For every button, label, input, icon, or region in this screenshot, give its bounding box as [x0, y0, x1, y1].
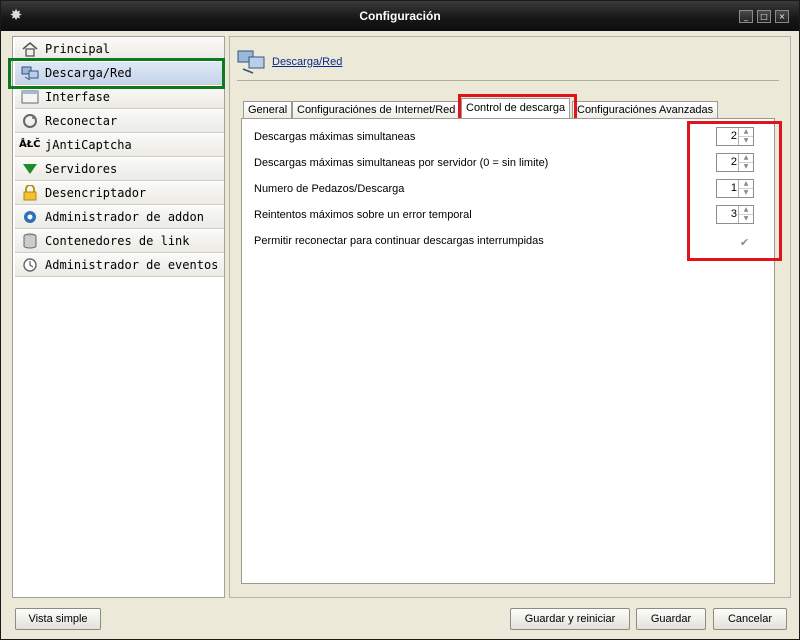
sidebar-item-servidores[interactable]: Servidores: [15, 158, 224, 181]
tab-avanzadas[interactable]: Configuraciónes Avanzadas: [572, 101, 719, 119]
setting-label: Descargas máximas simultaneas: [254, 131, 416, 143]
sidebar-item-janticaptcha[interactable]: ÅŁČ jAntiCaptcha: [15, 134, 224, 157]
sidebar-item-reconectar[interactable]: Reconectar: [15, 110, 224, 133]
triangle-down-icon: [23, 164, 37, 174]
simple-view-button[interactable]: Vista simple: [15, 608, 101, 630]
sidebar-item-label: Administrador de eventos: [45, 258, 219, 272]
sidebar-item-label: Interfase: [45, 90, 111, 104]
title-bar: ✸ Configuración _ □ ×: [1, 1, 799, 31]
lock-icon: [23, 185, 37, 201]
setting-label: Numero de Pedazos/Descarga: [254, 183, 405, 195]
values-highlight: [687, 121, 782, 261]
clock-icon: [23, 258, 37, 272]
sidebar-item-label: Servidores: [45, 162, 118, 176]
sidebar-item-label: Administrador de addon: [45, 210, 204, 224]
close-button[interactable]: ×: [775, 10, 789, 23]
window-icon: [21, 90, 39, 104]
minimize-button[interactable]: _: [739, 10, 753, 23]
panel-title[interactable]: Descarga/Red: [272, 56, 342, 68]
setting-label: Descargas máximas simultaneas por servid…: [254, 157, 549, 169]
sidebar-item-desencriptador[interactable]: Desencriptador: [15, 182, 224, 205]
window-title: Configuración: [359, 9, 441, 23]
sidebar-item-label: jAntiCaptcha: [45, 138, 132, 152]
sidebar-item-addon[interactable]: Administrador de addon: [15, 206, 224, 229]
captcha-icon: ÅŁČ: [19, 139, 41, 150]
addon-icon: [24, 211, 36, 223]
database-icon: [23, 233, 37, 249]
save-restart-button[interactable]: Guardar y reiniciar: [510, 608, 630, 630]
home-icon: [22, 41, 38, 57]
sidebar-item-label: Reconectar: [45, 114, 118, 128]
cancel-button[interactable]: Cancelar: [713, 608, 787, 630]
sidebar-item-contenedores[interactable]: Contenedores de link: [15, 230, 224, 253]
sidebar-item-eventos[interactable]: Administrador de eventos: [15, 254, 224, 277]
divider: [237, 80, 779, 81]
maximize-button[interactable]: □: [757, 10, 771, 23]
selection-highlight: [8, 58, 225, 89]
sidebar: Principal Descarga/Red Interfase Reconec…: [12, 36, 225, 598]
save-button[interactable]: Guardar: [636, 608, 706, 630]
tab-general[interactable]: General: [243, 101, 293, 119]
network-icon: [237, 50, 265, 74]
setting-label: Reintentos máximos sobre un error tempor…: [254, 209, 472, 221]
tab-internet-red[interactable]: Configuraciónes de Internet/Red: [292, 101, 461, 119]
configuration-window: ✸ Configuración _ □ × Principal Descarga…: [0, 0, 800, 640]
sidebar-item-label: Desencriptador: [45, 186, 147, 200]
sidebar-item-label: Principal: [45, 42, 111, 56]
sidebar-item-label: Contenedores de link: [45, 234, 190, 248]
reconnect-icon: [23, 114, 37, 128]
sidebar-item-interfase[interactable]: Interfase: [15, 86, 224, 109]
setting-label: Permitir reconectar para continuar desca…: [254, 235, 544, 247]
active-tab-highlight: [458, 94, 577, 121]
